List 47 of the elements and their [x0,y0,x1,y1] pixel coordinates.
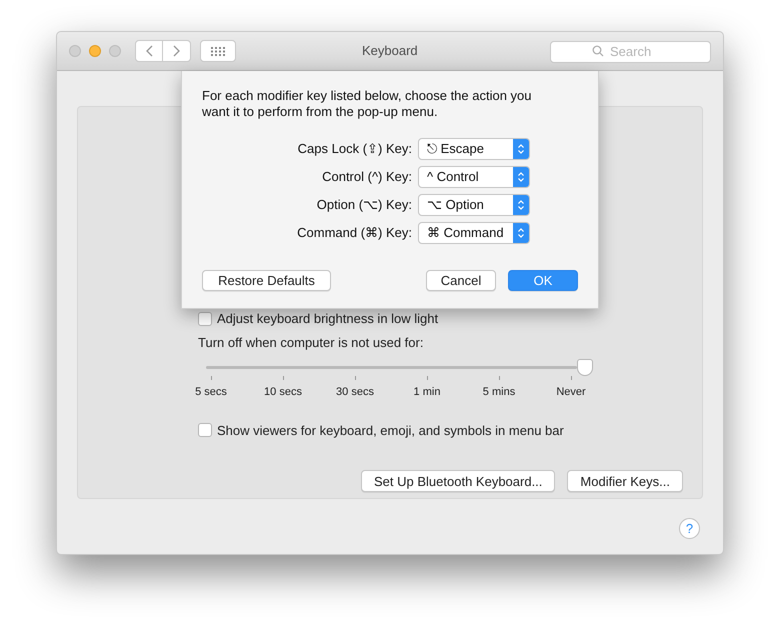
push-button[interactable]: Restore Defaults [202,270,331,291]
checkbox-label: Show viewers for keyboard, emoji, and symbols in menu bar [217,422,564,440]
grid-icon [211,46,225,56]
zoom-window-icon[interactable] [109,45,121,57]
chevron-right-icon [172,45,180,57]
instruction-text: For each modifier key listed below, choose the action you want it to perform from the pop-up menu. [202,88,533,120]
chevron-left-icon [145,45,153,57]
popup-menu[interactable]: ⌘ Command [418,222,530,244]
push-button[interactable]: Modifier Keys... [567,470,683,492]
search-field[interactable]: Search [550,40,711,62]
modifier-key-label: Option (⌥) Key: [316,196,412,214]
minimize-window-icon[interactable] [89,45,101,57]
back-button[interactable] [135,40,163,62]
slider-thumb[interactable] [577,359,593,376]
tick-label: 30 secs [336,385,374,400]
checkbox[interactable] [198,423,212,438]
search-icon [592,45,604,57]
tick-mark [570,376,572,380]
modifier-key-label: Caps Lock (⇪) Key: [298,140,412,158]
popup-menu[interactable]: ⎋ Escape [418,138,530,160]
updown-arrows-icon [513,223,529,243]
tick-label: 5 secs [195,385,227,400]
slider-label: Turn off when computer is not used for: [198,334,424,352]
forward-button[interactable] [163,40,191,62]
updown-arrows-icon [513,195,529,215]
modifier-key-label: Control (^) Key: [322,168,412,186]
tick-label: 10 secs [264,385,302,400]
popup-menu[interactable]: ^ Control [418,166,530,188]
updown-arrows-icon [513,139,529,159]
push-button[interactable]: Set Up Bluetooth Keyboard... [361,470,556,492]
modifier-key-label: Command (⌘) Key: [297,224,412,242]
push-button[interactable]: Cancel [426,270,496,291]
checkbox[interactable] [198,312,212,326]
close-window-icon[interactable] [69,45,81,57]
tick-label: 1 min [414,385,440,400]
tick-label: 5 mins [482,385,516,400]
show-all-button[interactable] [200,40,236,62]
tick-mark [354,376,356,380]
updown-arrows-icon [513,167,529,187]
tick-mark [282,376,284,380]
tick-mark [210,376,212,380]
tick-mark [498,376,500,380]
popup-menu[interactable]: ⌥ Option [418,194,530,216]
tick-mark [426,376,428,380]
tick-label: Never [556,385,586,400]
checkbox-label: Adjust keyboard brightness in low light [217,310,438,328]
window-title: Keyboard [362,42,418,60]
